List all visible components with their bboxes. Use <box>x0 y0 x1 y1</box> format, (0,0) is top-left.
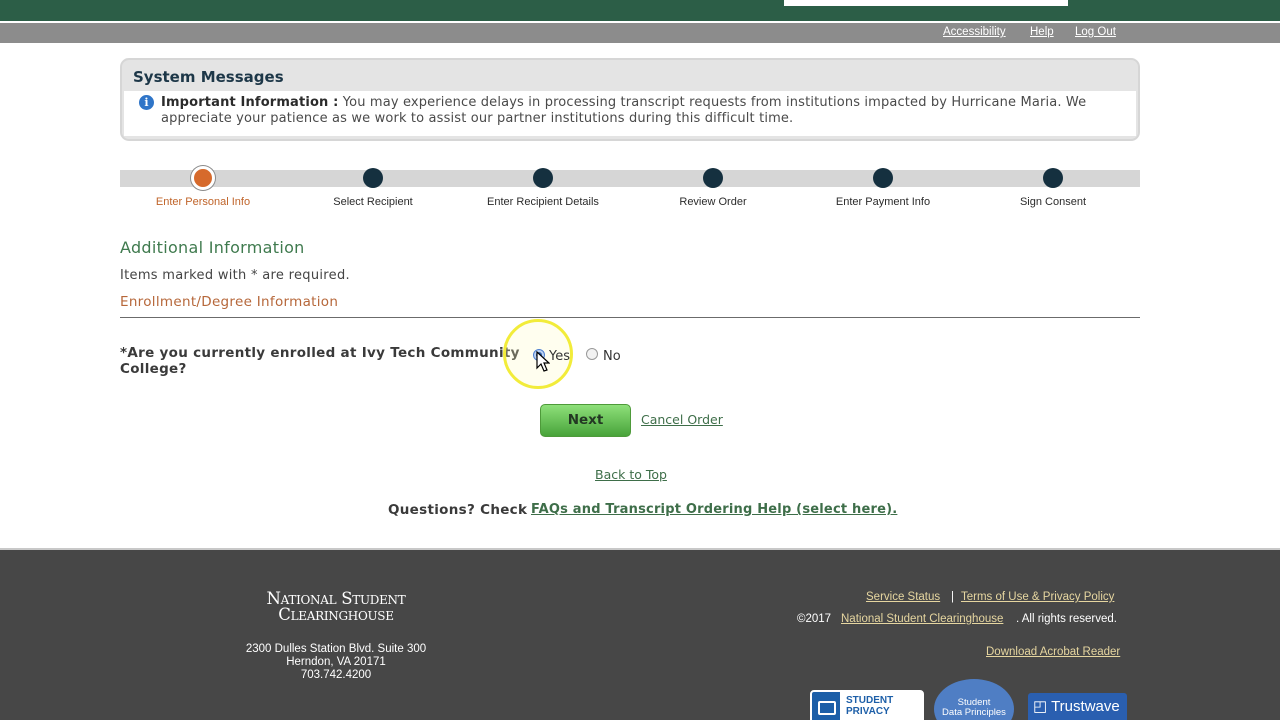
student-privacy-line2: PRIVACY <box>846 706 890 717</box>
step-dot-5 <box>873 168 893 188</box>
required-note: Items marked with * are required. <box>120 268 350 283</box>
nsc-home-link[interactable]: National Student Clearinghouse <box>841 613 1003 625</box>
student-privacy-line1: STUDENT <box>846 695 894 706</box>
info-icon: i <box>139 95 154 110</box>
step-dot-3 <box>533 168 553 188</box>
important-info-label: Important Information : <box>161 95 339 110</box>
step-dot-2 <box>363 168 383 188</box>
radio-no[interactable] <box>586 348 598 360</box>
top-header-bar <box>0 0 1280 21</box>
copyright-year: ©2017 <box>797 613 832 625</box>
step-dot-4 <box>703 168 723 188</box>
back-to-top-link[interactable]: Back to Top <box>595 467 667 482</box>
step-label-3: Enter Recipient Details <box>487 196 599 208</box>
accessibility-link[interactable]: Accessibility <box>943 26 1006 38</box>
footer-separator: | <box>951 591 954 603</box>
student-privacy-text: STUDENT PRIVACY <box>840 692 922 720</box>
nsc-address: 2300 Dulles Station Blvd. Suite 300 Hern… <box>216 643 456 682</box>
mouse-cursor-icon <box>536 351 550 372</box>
radio-no-label[interactable]: No <box>603 349 621 364</box>
logout-link[interactable]: Log Out <box>1075 26 1116 38</box>
help-link[interactable]: Help <box>1030 26 1054 38</box>
section-divider <box>120 317 1140 318</box>
enrollment-section-title: Enrollment/Degree Information <box>120 294 339 310</box>
terms-privacy-link[interactable]: Terms of Use & Privacy Policy <box>961 591 1114 603</box>
footer: National Student Clearinghouse 2300 Dull… <box>0 550 1280 720</box>
enrollment-question: *Are you currently enrolled at Ivy Tech … <box>120 345 520 377</box>
address-line1: 2300 Dulles Station Blvd. Suite 300 <box>245 643 427 655</box>
progress-steps-bar <box>120 170 1140 187</box>
system-messages-title: System Messages <box>133 68 284 86</box>
next-button[interactable]: Next <box>540 404 631 437</box>
questions-label: Questions? Check <box>388 502 528 518</box>
step-label-6: Sign Consent <box>1019 196 1087 208</box>
principles-line2: Data Principles <box>942 707 1006 718</box>
system-message-body: i Important Information : You may experi… <box>124 91 1136 136</box>
system-messages-panel: System Messages i Important Information … <box>120 58 1140 141</box>
student-privacy-badge[interactable]: STUDENT PRIVACY <box>810 690 924 720</box>
address-line2: Herndon, VA 20171 <box>286 656 386 668</box>
step-dot-6 <box>1043 168 1063 188</box>
step-label-1: Enter Personal Info <box>155 196 251 208</box>
faq-link[interactable]: FAQs and Transcript Ordering Help (selec… <box>531 502 897 517</box>
step-label-5: Enter Payment Info <box>835 196 931 208</box>
monitor-icon <box>818 701 836 715</box>
header-logo-box <box>782 0 1070 8</box>
service-status-link[interactable]: Service Status <box>866 591 940 603</box>
phone-number: 703.742.4200 <box>300 669 372 681</box>
radio-yes-label[interactable]: Yes <box>549 349 570 364</box>
step-label-2: Select Recipient <box>333 196 413 208</box>
utility-bar: Accessibility Help Log Out <box>0 23 1280 43</box>
step-label-4: Review Order <box>679 196 747 208</box>
cancel-order-link[interactable]: Cancel Order <box>641 412 723 427</box>
section-heading: Additional Information <box>120 238 305 257</box>
system-message-text: Important Information : You may experien… <box>161 95 1121 127</box>
nsc-logo: National Student Clearinghouse <box>236 590 436 624</box>
student-data-principles-badge[interactable]: Student Data Principles <box>934 679 1014 720</box>
trustwave-badge[interactable]: ◰ Trustwave <box>1028 693 1127 720</box>
nsc-logo-line2: Clearinghouse <box>278 605 394 624</box>
rights-reserved: . All rights reserved. <box>1016 613 1117 625</box>
trustwave-logo-icon: ◰ <box>1033 698 1052 715</box>
acrobat-reader-link[interactable]: Download Acrobat Reader <box>986 646 1120 658</box>
trustwave-label: Trustwave <box>1051 698 1120 715</box>
step-dot-1 <box>191 166 215 190</box>
